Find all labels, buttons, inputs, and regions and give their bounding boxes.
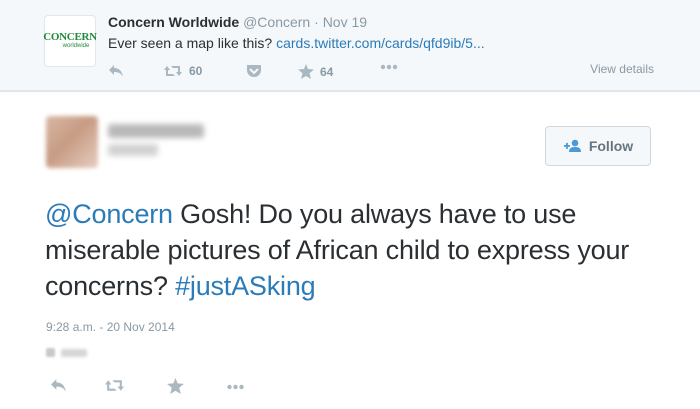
author-handle[interactable]: @Concern [243, 14, 310, 30]
tweet-page: CONCERN worldwide Concern Worldwide @Con… [0, 0, 700, 409]
more-icon [227, 384, 244, 390]
parent-tweet-text: Ever seen a map like this? cards.twitter… [108, 35, 485, 51]
reply-button[interactable] [50, 378, 67, 393]
location-info-blurred [46, 348, 87, 357]
reply-button[interactable] [108, 64, 124, 78]
parent-tweet[interactable]: CONCERN worldwide Concern Worldwide @Con… [0, 0, 700, 91]
favorite-icon [167, 378, 184, 394]
tweet-body: Ever seen a map like this? [108, 35, 273, 51]
logo-text: CONCERN [43, 31, 97, 43]
retweet-count: 60 [189, 64, 203, 78]
retweet-icon [105, 380, 124, 391]
main-tweet: Follow @Concern Gosh! Do you always have… [0, 92, 700, 409]
parent-tweet-header: Concern Worldwide @Concern · Nov 19 [108, 14, 367, 30]
more-icon [380, 64, 398, 70]
location-icon [46, 348, 55, 357]
tweet-timestamp[interactable]: 9:28 a.m. - 20 Nov 2014 [46, 320, 175, 334]
hashtag-link[interactable]: #justASking [175, 271, 316, 301]
favorite-icon [298, 64, 314, 79]
more-button[interactable] [226, 384, 245, 390]
author-name-blurred[interactable] [108, 124, 204, 138]
mention-link[interactable]: @Concern [45, 199, 173, 229]
logo-subtext: worldwide [62, 43, 90, 49]
favorite-button[interactable] [167, 378, 184, 394]
follow-button[interactable]: Follow [545, 126, 651, 166]
retweet-button[interactable]: 60 [163, 64, 202, 78]
favorite-count: 64 [320, 64, 334, 79]
pocket-button[interactable] [246, 64, 262, 78]
follow-label: Follow [588, 138, 634, 154]
location-text-blurred [61, 348, 87, 357]
author-avatar[interactable] [46, 116, 98, 168]
author-handle-blurred[interactable] [108, 144, 158, 156]
follow-person-icon [563, 139, 583, 153]
reply-icon [109, 65, 123, 77]
favorite-button[interactable]: 64 [298, 64, 333, 79]
tweet-text: @Concern Gosh! Do you always have to use… [45, 196, 665, 304]
separator: · [314, 14, 319, 30]
more-button[interactable] [380, 64, 398, 70]
reply-icon [51, 379, 66, 392]
retweet-icon [164, 66, 182, 76]
view-details-link[interactable]: View details [590, 62, 654, 76]
tweet-date[interactable]: Nov 19 [323, 14, 367, 30]
author-name[interactable]: Concern Worldwide [108, 14, 239, 30]
card-link[interactable]: cards.twitter.com/cards/qfd9ib/5... [276, 35, 485, 51]
concern-logo-avatar[interactable]: CONCERN worldwide [43, 15, 97, 67]
retweet-button[interactable] [104, 378, 125, 393]
pocket-icon [247, 65, 261, 77]
